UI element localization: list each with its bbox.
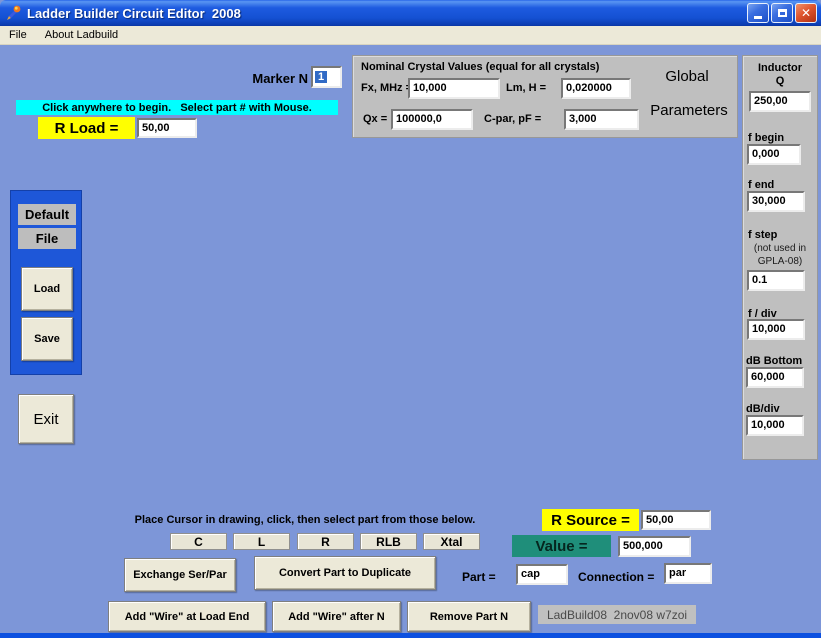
version-label: LadBuild08 2nov08 w7zoi [538,605,696,624]
add-wire-load-end-button[interactable]: Add "Wire" at Load End [108,601,266,632]
window-bottom-border [0,633,821,638]
f-step-field[interactable]: 0.1 [747,270,805,291]
f-begin-label: f begin [748,132,785,144]
r-source-label: R Source = [542,509,639,531]
global-parameters-title-line1: Global [665,68,709,85]
minimize-icon [754,16,762,19]
fx-label: Fx, MHz = [361,82,413,94]
title-bar: Ladder Builder Circuit Editor 2008 ✕ [0,0,821,26]
marker-n-field[interactable]: 1 [311,66,342,88]
db-div-label: dB/div [746,403,780,415]
qx-label: Qx = [363,113,388,125]
part-button-r[interactable]: R [297,533,354,550]
qx-field[interactable]: 100000,0 [391,109,473,130]
minimize-button[interactable] [747,3,769,23]
cpar-label: C-par, pF = [484,113,542,125]
convert-part-to-duplicate-button[interactable]: Convert Part to Duplicate [254,556,436,590]
exchange-ser-par-button[interactable]: Exchange Ser/Par [124,558,236,592]
app-window: Ladder Builder Circuit Editor 2008 ✕ Fil… [0,0,821,638]
marker-n-label: Marker N [252,71,308,86]
crystal-values-panel: Nominal Crystal Values (equal for all cr… [352,55,738,138]
add-wire-after-n-button[interactable]: Add "Wire" after N [272,601,401,632]
close-icon: ✕ [800,6,812,20]
part-field[interactable]: cap [516,564,568,585]
default-button[interactable]: Default [18,204,76,225]
part-select-instruction: Place Cursor in drawing, click, then sel… [134,514,476,526]
f-div-field[interactable]: 10,000 [747,319,805,340]
f-step-note-line2: GPLA-08) [757,256,803,267]
part-button-c[interactable]: C [170,533,227,550]
menu-file[interactable]: File [0,27,36,43]
marker-n-selected-value: 1 [315,71,328,83]
remove-part-n-button[interactable]: Remove Part N [407,601,531,632]
file-panel: Default File Load Save [10,190,82,375]
lm-label: Lm, H = [506,82,547,94]
window-title: Ladder Builder Circuit Editor 2008 [27,5,241,21]
f-end-label: f end [748,179,775,191]
global-parameters-title-line2: Parameters [650,102,728,119]
sweep-parameters-panel: Inductor Q 250,00 f begin 0,000 f end 30… [742,55,818,460]
inductor-q-field[interactable]: 250,00 [749,91,811,112]
cpar-field[interactable]: 3,000 [564,109,639,130]
fx-field[interactable]: 10,000 [408,78,500,99]
f-begin-field[interactable]: 0,000 [747,144,801,165]
exit-button[interactable]: Exit [18,394,74,444]
db-bottom-label: dB Bottom [746,355,803,367]
inductor-q-label-line2: Q [775,75,785,87]
db-div-field[interactable]: 10,000 [746,415,804,436]
load-button[interactable]: Load [21,267,73,311]
lm-field[interactable]: 0,020000 [561,78,631,99]
menu-bar: File About Ladbuild [0,26,821,45]
db-bottom-field[interactable]: 60,000 [746,367,804,388]
maximize-icon [777,9,787,17]
crystal-panel-title: Nominal Crystal Values (equal for all cr… [361,61,600,73]
save-button[interactable]: Save [21,317,73,361]
maximize-button[interactable] [771,3,793,23]
connection-field[interactable]: par [664,563,712,584]
f-step-note-line1: (not used in [753,243,807,254]
r-load-field[interactable]: 50,00 [137,118,197,138]
inductor-q-label-line1: Inductor [758,62,802,74]
close-button[interactable]: ✕ [795,3,817,23]
r-load-label: R Load = [38,117,135,139]
value-label: Value = [512,535,611,557]
part-button-l[interactable]: L [233,533,290,550]
part-button-rlb[interactable]: RLB [360,533,417,550]
r-source-field[interactable]: 50,00 [641,510,711,530]
part-label: Part = [462,570,496,584]
connection-label: Connection = [578,570,655,584]
file-section-label: File [18,228,76,249]
f-step-label: f step [748,229,778,241]
menu-about-ladbuild[interactable]: About Ladbuild [36,27,127,43]
f-end-field[interactable]: 30,000 [747,191,805,212]
part-button-xtal[interactable]: Xtal [423,533,480,550]
begin-instruction-banner: Click anywhere to begin. Select part # w… [16,100,338,115]
value-field[interactable]: 500,000 [618,536,691,557]
app-icon [7,5,21,20]
